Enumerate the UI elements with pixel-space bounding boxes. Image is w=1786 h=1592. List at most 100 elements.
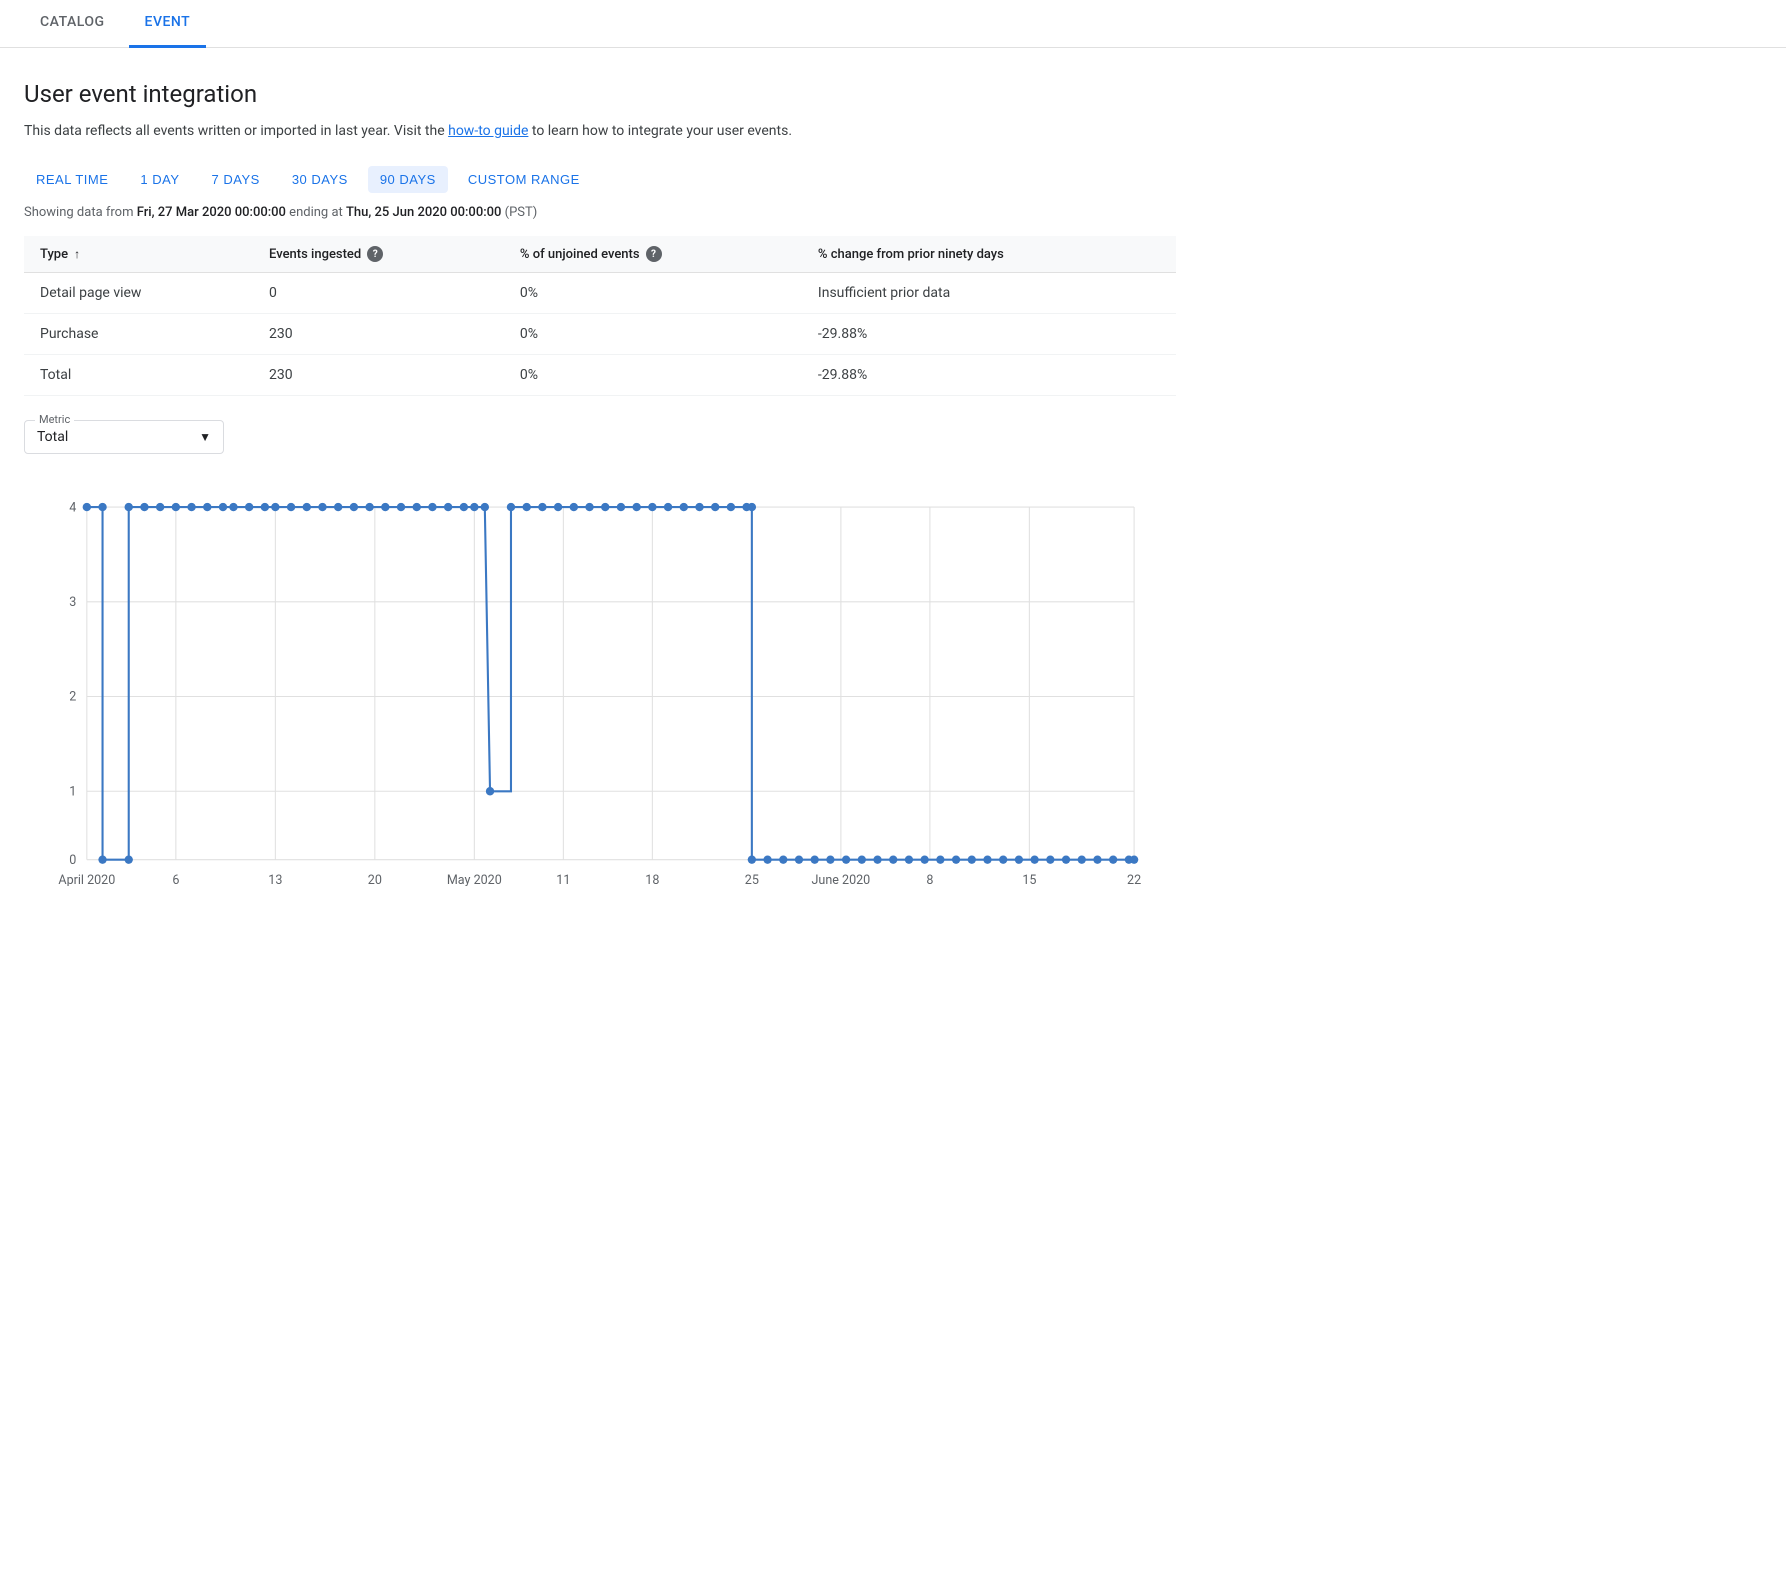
row-unjoined-pct: 0%: [504, 273, 802, 314]
svg-text:4: 4: [69, 501, 76, 516]
svg-text:June 2020: June 2020: [812, 873, 871, 886]
data-point: [936, 856, 944, 864]
page-title: User event integration: [24, 80, 1176, 108]
data-point: [350, 503, 358, 511]
data-point: [680, 503, 688, 511]
table-row: Purchase 230 0% -29.88%: [24, 314, 1176, 355]
svg-text:11: 11: [556, 873, 570, 886]
7-days-button[interactable]: 7 DAYS: [200, 166, 272, 193]
sort-icon[interactable]: ↑: [74, 247, 80, 261]
svg-text:18: 18: [645, 873, 659, 886]
row-unjoined-pct: 0%: [504, 314, 802, 355]
data-point: [983, 856, 991, 864]
data-point: [481, 503, 489, 511]
data-point: [98, 856, 106, 864]
row-events-ingested: 230: [253, 314, 504, 355]
data-point: [601, 503, 609, 511]
data-point: [470, 503, 478, 511]
data-point: [968, 856, 976, 864]
unjoined-events-column-header: % of unjoined events ?: [504, 236, 802, 273]
data-point: [365, 503, 373, 511]
svg-text:3: 3: [69, 595, 76, 610]
data-point: [570, 503, 578, 511]
top-navigation: CATALOG EVENT: [0, 0, 1786, 48]
data-point: [172, 503, 180, 511]
row-type: Purchase: [24, 314, 253, 355]
30-days-button[interactable]: 30 DAYS: [280, 166, 360, 193]
data-point: [125, 503, 133, 511]
data-point: [219, 503, 227, 511]
data-point: [245, 503, 253, 511]
data-point: [617, 503, 625, 511]
event-tab[interactable]: EVENT: [129, 0, 207, 48]
data-point: [203, 503, 211, 511]
1-day-button[interactable]: 1 DAY: [128, 166, 191, 193]
data-point: [648, 503, 656, 511]
line-chart: 4 3 2 1 0: [24, 486, 1176, 886]
data-point: [229, 503, 237, 511]
metric-selector[interactable]: Metric Total ▼: [24, 420, 224, 454]
data-point: [842, 856, 850, 864]
data-point: [795, 856, 803, 864]
catalog-tab[interactable]: CATALOG: [24, 0, 121, 48]
data-point: [318, 503, 326, 511]
type-column-header: Type ↑: [24, 236, 253, 273]
data-point: [523, 503, 531, 511]
data-point: [187, 503, 195, 511]
real-time-button[interactable]: REAL TIME: [24, 166, 120, 193]
data-point: [486, 787, 494, 795]
svg-text:15: 15: [1022, 873, 1036, 886]
data-point: [695, 503, 703, 511]
chart-line: [87, 507, 1134, 860]
90-days-button[interactable]: 90 DAYS: [368, 166, 448, 193]
data-point: [952, 856, 960, 864]
row-change: -29.88%: [802, 355, 1176, 396]
data-point: [140, 503, 148, 511]
data-point: [554, 503, 562, 511]
page-description: This data reflects all events written or…: [24, 120, 1176, 142]
data-point: [748, 856, 756, 864]
data-point: [507, 503, 515, 511]
table-row: Total 230 0% -29.88%: [24, 355, 1176, 396]
svg-text:0: 0: [69, 853, 76, 868]
dropdown-arrow-icon: ▼: [199, 430, 211, 444]
data-point: [873, 856, 881, 864]
data-point: [1062, 856, 1070, 864]
data-point: [444, 503, 452, 511]
svg-text:8: 8: [926, 873, 933, 886]
data-point: [261, 503, 269, 511]
svg-text:May 2020: May 2020: [447, 873, 502, 886]
date-range-info: Showing data from Fri, 27 Mar 2020 00:00…: [24, 205, 1176, 220]
data-point: [538, 503, 546, 511]
data-point: [1093, 856, 1101, 864]
row-change: Insufficient prior data: [802, 273, 1176, 314]
data-point: [1030, 856, 1038, 864]
custom-range-button[interactable]: CUSTOM RANGE: [456, 166, 592, 193]
data-point: [920, 856, 928, 864]
change-column-header: % change from prior ninety days: [802, 236, 1176, 273]
table-row: Detail page view 0 0% Insufficient prior…: [24, 273, 1176, 314]
main-content: User event integration This data reflect…: [0, 48, 1200, 910]
data-point: [334, 503, 342, 511]
data-point: [779, 856, 787, 864]
data-point: [381, 503, 389, 511]
data-point: [826, 856, 834, 864]
how-to-guide-link[interactable]: how-to guide: [448, 123, 528, 139]
data-point: [83, 503, 91, 511]
events-ingested-help-icon[interactable]: ?: [367, 246, 383, 262]
data-point: [727, 503, 735, 511]
data-point: [763, 856, 771, 864]
row-type: Total: [24, 355, 253, 396]
data-point: [748, 503, 756, 511]
data-point: [632, 503, 640, 511]
unjoined-events-help-icon[interactable]: ?: [646, 246, 662, 262]
svg-text:1: 1: [69, 785, 76, 800]
data-point: [889, 856, 897, 864]
data-point: [98, 503, 106, 511]
data-point: [460, 503, 468, 511]
metric-select-inner[interactable]: Total ▼: [37, 425, 211, 445]
data-point: [999, 856, 1007, 864]
data-point: [397, 503, 405, 511]
svg-text:2: 2: [69, 690, 76, 705]
data-point: [271, 503, 279, 511]
